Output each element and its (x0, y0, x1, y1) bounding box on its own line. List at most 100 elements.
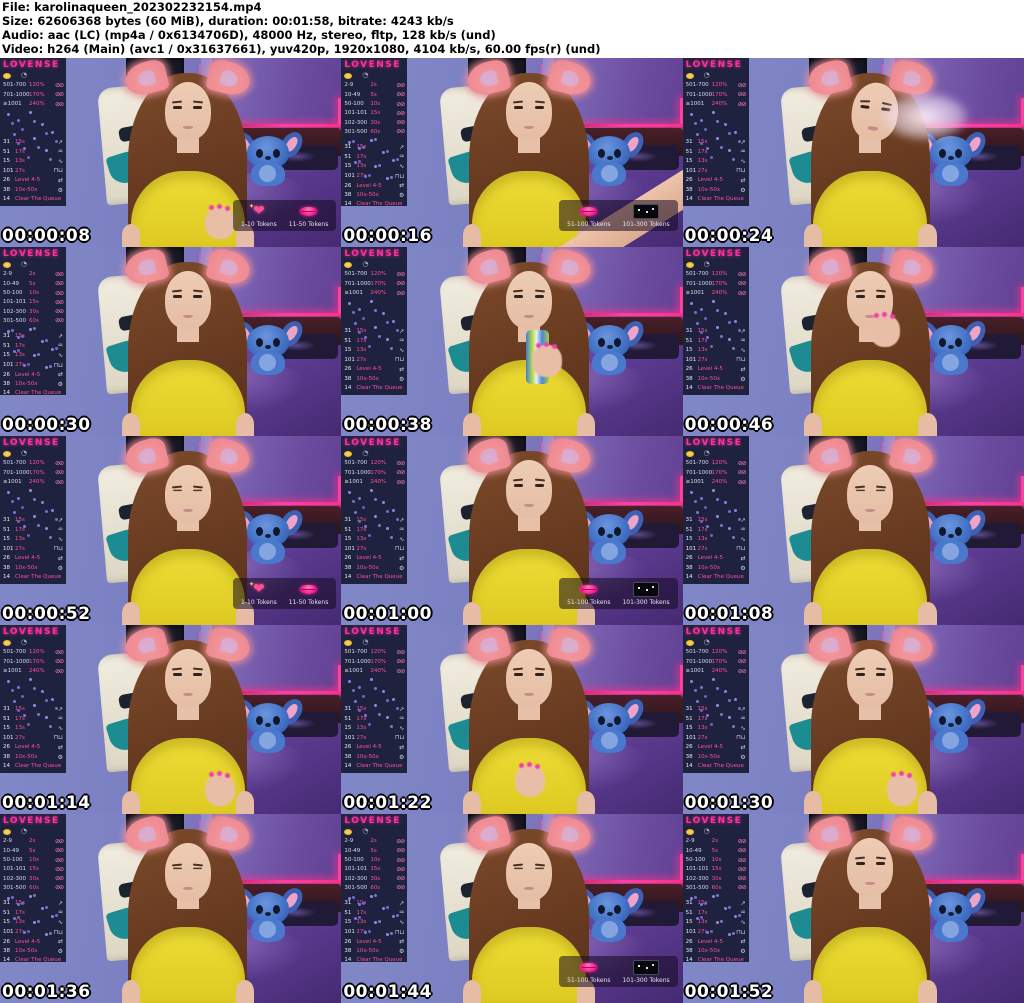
tip-tier-row: 50-10010s⊘⊘ (686, 856, 746, 865)
wave-icon: ↗ (399, 899, 404, 909)
token-label: 101-300 Tokens (622, 599, 669, 606)
tip-tier-row: 2-92s⊘⊘ (686, 837, 746, 846)
particle-effects (344, 137, 404, 143)
tip-tier-list: 2-92s⊘⊘10-495s⊘⊘50-10010s⊘⊘101-10115s⊘⊘1… (344, 837, 404, 893)
wave-icon: ∿ (399, 346, 404, 356)
pattern-row: 1513s∿ (344, 162, 404, 172)
pattern-row: 5117s♒ (3, 908, 63, 918)
video-thumbnail: LOVENSE ◔ 2-92s⊘⊘10-495s⊘⊘50-10010s⊘⊘101… (0, 814, 341, 1003)
plush-body (592, 162, 626, 186)
tip-tier-row: 701-1000170%⊘⊘ (3, 90, 63, 99)
wave-icon: ♒ (399, 525, 404, 535)
token-coin-icon (3, 640, 11, 646)
wave-icon: ⚙ (58, 753, 63, 763)
wave-icon: ↗ (399, 143, 404, 153)
pattern-row: 5117s♒ (3, 341, 63, 351)
wave-icon: ⊓⊔ (54, 544, 63, 554)
particle-effects (3, 676, 63, 705)
wave-icon: ∿ (399, 535, 404, 545)
sparkle-icons (694, 896, 697, 899)
wave-icon: ⊓⊔ (54, 928, 63, 938)
wave-icon: ⊓⊔ (54, 733, 63, 743)
pattern-row: 14Clear The Queue (686, 762, 746, 771)
tip-tier-row: 701-1000170%⊘⊘ (686, 90, 746, 99)
wave-icon: ⊓⊔ (395, 172, 404, 182)
lovense-logo: LOVENSE (686, 627, 746, 637)
clock-icon: ◔ (704, 72, 710, 79)
tip-tier-list: 501-700120%⊘⊘701-1000170%⊘⊘≥1001240%⊘⊘ (344, 648, 404, 676)
token-coin-icon (686, 829, 694, 835)
wave-icon: ⚙ (399, 947, 404, 957)
lovense-logo: LOVENSE (3, 438, 63, 448)
wave-icon: ♒ (399, 714, 404, 724)
plush-body (251, 540, 285, 564)
tip-tier-row: 2-92s⊘⊘ (344, 81, 404, 90)
video-thumbnail: LOVENSE ◔ 501-700120%⊘⊘701-1000170%⊘⊘≥10… (0, 436, 341, 625)
wave-icon: ⚙ (740, 947, 745, 957)
tip-tier-list: 501-700120%⊘⊘701-1000170%⊘⊘≥1001240%⊘⊘ (686, 81, 746, 109)
wave-icon: ∿ (58, 724, 63, 734)
pattern-row: 1513s∿ (3, 535, 63, 545)
tip-tier-row: 102-30030s⊘⊘ (3, 874, 63, 883)
tip-tier-row: 501-700120%⊘⊘ (344, 648, 404, 657)
tip-tier-row: 10-495s⊘⊘ (686, 846, 746, 855)
tip-tier-row: 301-50060s⊘⊘ (344, 127, 404, 136)
timestamp: 00:00:46 (685, 415, 774, 435)
hand (515, 765, 545, 797)
pattern-row: 14Clear The Queue (344, 956, 404, 965)
tip-tier-row: 501-700120%⊘⊘ (686, 270, 746, 279)
video-thumbnail: LOVENSE ◔ 501-700120%⊘⊘701-1000170%⊘⊘≥10… (683, 247, 1024, 436)
token-coin-icon (686, 451, 694, 457)
plush-body (251, 351, 285, 375)
vibration-pattern-list: 3115s↗5117s♒1513s∿10127s⊓⊔26Level 4-5⇄38… (3, 138, 63, 204)
timestamp: 00:01:30 (685, 793, 774, 813)
pattern-row: 5117s♒ (3, 147, 63, 157)
tip-tier-row: 501-700120%⊘⊘ (686, 648, 746, 657)
wave-icon: ∿ (741, 157, 746, 167)
wave-icon: ⊓⊔ (736, 544, 745, 554)
wave-icon: ⇄ (741, 365, 746, 375)
tip-tier-row: 501-700120%⊘⊘ (686, 459, 746, 468)
particle-effects (3, 326, 63, 332)
pattern-row: 1513s∿ (3, 918, 63, 928)
lovense-tip-menu: LOVENSE ◔ 501-700120%⊘⊘701-1000170%⊘⊘≥10… (683, 247, 749, 395)
particle-effects (686, 109, 746, 138)
particle-effects (344, 676, 404, 705)
token-coin-icon (686, 73, 694, 79)
tip-tier-list: 501-700120%⊘⊘701-1000170%⊘⊘≥1001240%⊘⊘ (686, 459, 746, 487)
tip-tier-row: ≥1001240%⊘⊘ (344, 667, 404, 676)
pattern-row: 3115s↗ (686, 899, 746, 909)
wave-icon: ⊓⊔ (736, 733, 745, 743)
plush-body (251, 918, 285, 942)
hand (532, 345, 562, 377)
wave-icon: ∿ (399, 918, 404, 928)
token-coin-icon (344, 829, 352, 835)
timestamp: 00:01:08 (685, 604, 774, 624)
vibration-pattern-list: 3115s↗5117s♒1513s∿10127s⊓⊔26Level 4-5⇄38… (344, 143, 404, 209)
tip-tier-row: 50-10010s⊘⊘ (344, 100, 404, 109)
lips-icon (300, 204, 317, 219)
wave-icon: ↗ (58, 899, 63, 909)
token-label: 51-100 Tokens (567, 599, 610, 606)
plush-body (592, 540, 626, 564)
pattern-row: 26Level 4-5⇄ (686, 937, 746, 947)
pattern-row: 1513s∿ (686, 918, 746, 928)
clock-icon: ◔ (21, 639, 27, 646)
sparkle-icons (694, 689, 697, 692)
clock-icon: ◔ (21, 72, 27, 79)
pattern-row: 26Level 4-5⇄ (3, 937, 63, 947)
pattern-row: 26Level 4-5⇄ (3, 176, 63, 186)
wave-icon: ⊓⊔ (54, 361, 63, 371)
pattern-row: 3115s↗ (3, 516, 63, 526)
pattern-row: 5117s♒ (344, 152, 404, 162)
pattern-row: 10127s⊓⊔ (344, 928, 404, 938)
wave-icon: ∿ (741, 918, 746, 928)
timestamp: 00:01:44 (343, 982, 432, 1002)
vape-smoke (881, 92, 970, 141)
wave-icon: ⇄ (58, 937, 63, 947)
plush-body (934, 162, 968, 186)
hand (870, 315, 900, 347)
tip-tier-row: 701-1000170%⊘⊘ (686, 468, 746, 477)
tip-tier-row: 101-10115s⊘⊘ (344, 109, 404, 118)
video-thumbnail: LOVENSE ◔ 501-700120%⊘⊘701-1000170%⊘⊘≥10… (341, 625, 682, 814)
